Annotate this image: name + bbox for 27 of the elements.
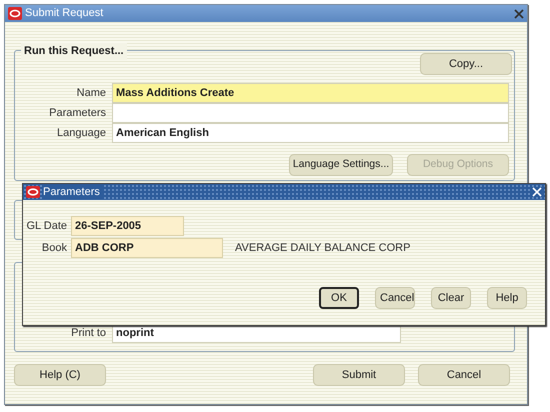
field-label: Language <box>56 126 107 141</box>
field-label: Print to <box>70 326 107 341</box>
dialog-title: Parameters <box>43 184 103 200</box>
action-button[interactable]: Clear <box>431 287 471 309</box>
input-field[interactable] <box>112 103 509 123</box>
input-field[interactable]: ADB CORP <box>71 238 223 258</box>
field-label: Parameters <box>48 106 107 121</box>
group-title: Run this Request... <box>21 43 127 60</box>
action-button[interactable]: Language Settings... <box>289 154 393 176</box>
field-description: AVERAGE DAILY BALANCE CORP <box>235 240 410 256</box>
action-button[interactable]: Submit <box>313 364 405 386</box>
action-button[interactable]: Cancel <box>375 287 415 309</box>
input-field[interactable]: Mass Additions Create <box>112 83 509 103</box>
field-label: Book <box>40 240 68 256</box>
oracle-logo-icon <box>26 186 40 198</box>
close-icon[interactable] <box>514 8 524 18</box>
oracle-logo-icon <box>8 7 22 20</box>
action-button[interactable]: Help <box>487 287 527 309</box>
copy-button[interactable]: Copy... <box>420 53 512 75</box>
field-label: GL Date <box>25 218 68 234</box>
action-button[interactable]: OK <box>319 287 359 309</box>
field-label: Name <box>76 86 107 101</box>
window-title: Submit Request <box>25 6 104 22</box>
action-button[interactable]: Help (C) <box>14 364 106 386</box>
action-button[interactable]: Cancel <box>418 364 510 386</box>
input-field[interactable]: American English <box>112 123 509 143</box>
input-field[interactable]: 26-SEP-2005 <box>71 216 184 236</box>
